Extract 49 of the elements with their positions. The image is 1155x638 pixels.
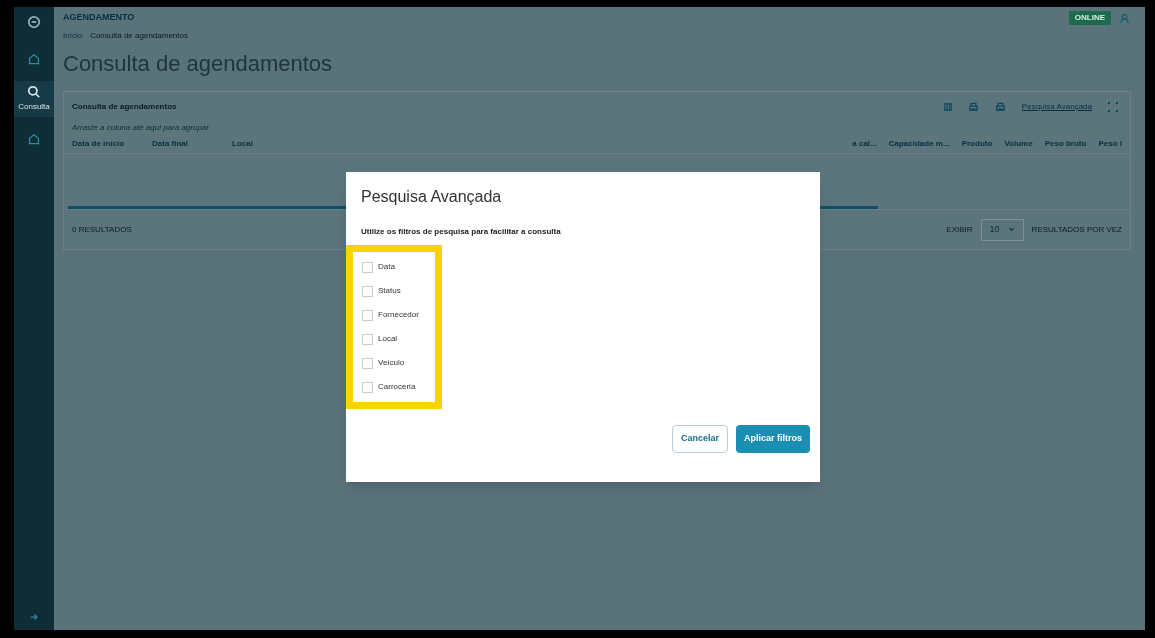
- checkbox[interactable]: [362, 357, 373, 369]
- checkbox[interactable]: [362, 261, 373, 273]
- checkbox[interactable]: [362, 381, 373, 393]
- advanced-search-link[interactable]: Pesquisa Avançada: [1021, 101, 1092, 113]
- breadcrumb-item[interactable]: Início: [63, 30, 83, 42]
- column-header[interactable]: Data final: [152, 137, 232, 150]
- column-header[interactable]: Peso bruto: [1044, 137, 1087, 150]
- checkbox-label: Status: [378, 285, 401, 297]
- card-title: Consulta de agendamentos: [72, 101, 177, 113]
- cancel-button[interactable]: Cancelar: [671, 425, 728, 453]
- expand-sidebar-icon[interactable]: [29, 612, 39, 622]
- sidebar-item[interactable]: Consulta: [14, 81, 54, 117]
- search-icon: [27, 85, 41, 99]
- column-header[interactable]: Volume: [1004, 137, 1033, 150]
- checkbox[interactable]: [362, 285, 373, 297]
- checkbox[interactable]: [362, 333, 373, 345]
- checkbox-label: Fornecedor: [378, 309, 419, 321]
- show-label: EXIBIR: [946, 223, 973, 236]
- home-icon: [28, 133, 40, 145]
- checkbox-label: Veículo: [378, 357, 405, 369]
- status-badge: ONLINE: [1068, 11, 1111, 25]
- dialog-title: Pesquisa Avançada: [361, 187, 502, 207]
- checkbox-label: Local: [378, 333, 398, 345]
- user-icon[interactable]: [1119, 12, 1130, 24]
- chevron-down-icon: [1007, 226, 1015, 233]
- per-page-label: RESULTADOS POR VEZ: [1031, 223, 1122, 236]
- breadcrumb-item: Consulta de agendamentos: [90, 30, 188, 42]
- results-count: 0 RESULTADOS: [72, 223, 132, 236]
- column-header[interactable]: Local: [232, 137, 312, 150]
- column-header[interactable]: Data de início: [72, 137, 152, 150]
- page-title: Consulta de agendamentos: [63, 53, 334, 75]
- dialog-subtitle: Utilize os filtros de pesquisa para facilitar a consulta: [361, 226, 561, 238]
- app-title: AGENDAMENTO: [63, 11, 135, 25]
- printer-icon[interactable]: [967, 101, 979, 113]
- column-header[interactable]: a cal...: [852, 137, 877, 150]
- page-size-select[interactable]: 10: [980, 218, 1024, 241]
- logo-icon: [27, 15, 41, 29]
- apply-filters-button[interactable]: Aplicar filtros: [736, 425, 810, 453]
- column-header[interactable]: Capacidade m...: [888, 137, 950, 150]
- column-header[interactable]: Produto: [961, 137, 993, 150]
- home-icon: [28, 53, 40, 65]
- checkbox-label: Data: [378, 261, 395, 273]
- column-header[interactable]: Peso l: [1098, 137, 1122, 150]
- columns-icon[interactable]: [943, 103, 952, 111]
- checkbox-label: Carroceria: [378, 381, 416, 393]
- group-hint: Arraste a coluna até aqui para agrupar: [71, 122, 210, 134]
- printer-icon[interactable]: [994, 101, 1006, 113]
- fullscreen-icon[interactable]: [1108, 102, 1118, 112]
- checkbox[interactable]: [362, 309, 373, 321]
